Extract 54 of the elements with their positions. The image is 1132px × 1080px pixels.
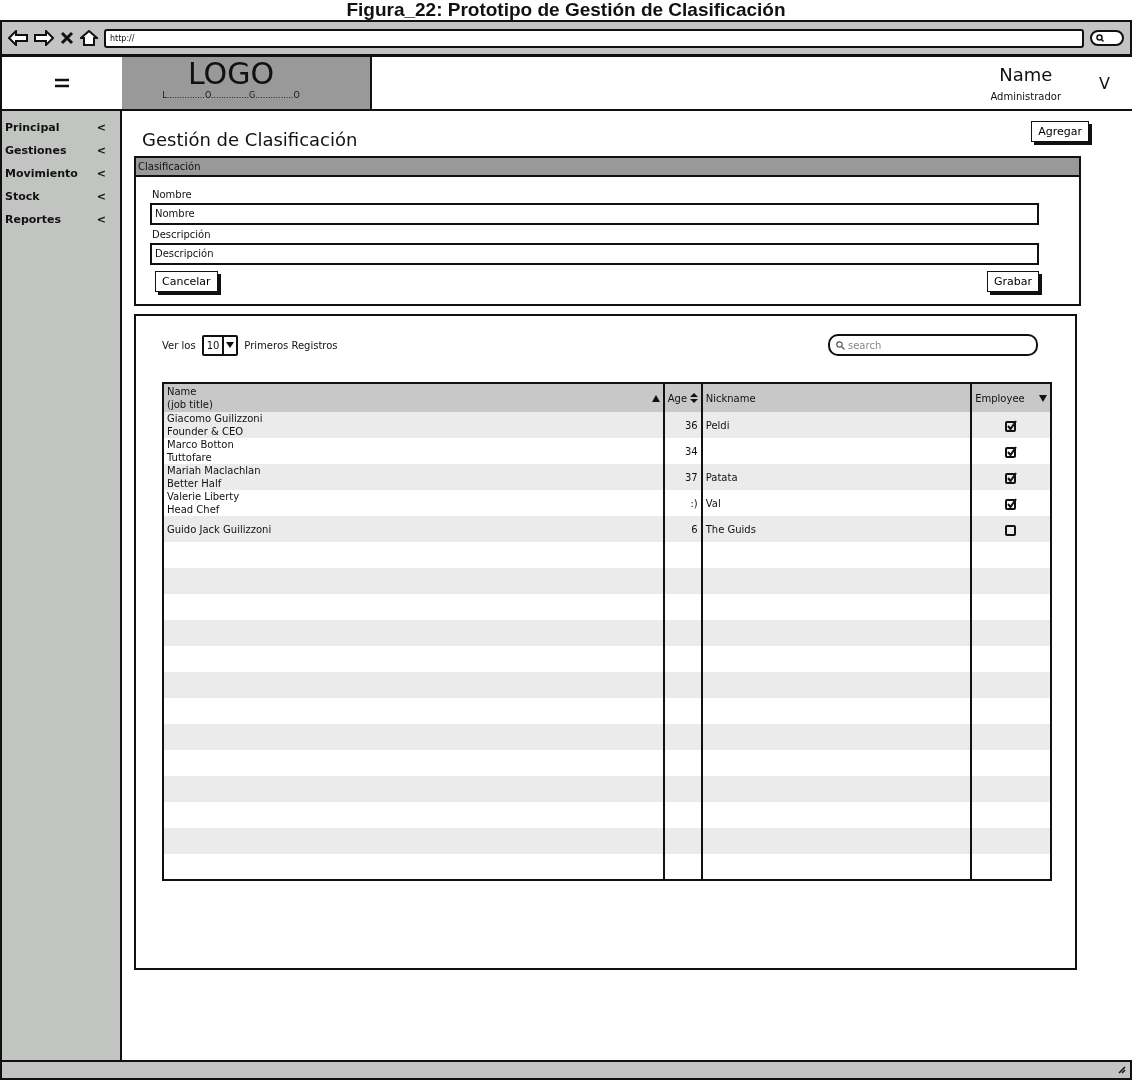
sort-down-icon[interactable] bbox=[1039, 394, 1047, 402]
save-button[interactable]: Grabar bbox=[986, 271, 1039, 292]
expand-toggle[interactable]: < bbox=[96, 167, 106, 180]
input-field[interactable]: Descripción bbox=[150, 243, 1039, 265]
resize-grip-icon[interactable] bbox=[1118, 1066, 1126, 1074]
sidebar-item[interactable]: Principal bbox=[5, 121, 60, 134]
back-icon[interactable] bbox=[8, 30, 28, 46]
url-field[interactable]: http:// bbox=[104, 28, 1084, 48]
forward-icon[interactable] bbox=[34, 30, 54, 46]
page-title: Gestión de Clasificación bbox=[142, 129, 358, 150]
checkbox[interactable] bbox=[1005, 419, 1018, 432]
figure-caption: Figura_22: Prototipo de Gestión de Clasificación bbox=[345, 0, 787, 20]
logo: LOGO bbox=[187, 57, 275, 91]
search-field[interactable]: search bbox=[828, 334, 1038, 356]
logo-tagline: L...............O...............G...............O bbox=[162, 91, 300, 100]
menu-icon[interactable] bbox=[54, 78, 70, 88]
sidebar-item[interactable]: Reportes bbox=[5, 213, 62, 226]
dropdown-arrow-icon bbox=[224, 341, 237, 349]
table-cell: Valerie Liberty Head Chef bbox=[163, 490, 664, 516]
sidebar-item[interactable]: Stock bbox=[5, 190, 40, 203]
sort-icon[interactable] bbox=[689, 393, 698, 403]
field-label: Descripción bbox=[152, 229, 212, 240]
expand-toggle[interactable]: < bbox=[96, 144, 106, 157]
panel-header: Clasificación bbox=[136, 158, 1079, 177]
field-label: Nombre bbox=[152, 189, 193, 200]
search-icon bbox=[1096, 34, 1104, 42]
home-icon[interactable] bbox=[80, 30, 98, 46]
user-role: Administrador bbox=[990, 91, 1062, 102]
browser-search-field[interactable] bbox=[1090, 30, 1124, 46]
column-header[interactable]: Nickname bbox=[701, 383, 972, 412]
column-header[interactable]: Name (job title) bbox=[163, 383, 664, 412]
checkbox[interactable] bbox=[1005, 471, 1018, 484]
sort-up-icon[interactable] bbox=[651, 394, 660, 402]
table-cell: Marco Botton Tuttofare bbox=[163, 438, 664, 464]
search-icon bbox=[836, 340, 845, 350]
checkbox[interactable] bbox=[1005, 445, 1018, 458]
add-button[interactable]: Agregar bbox=[1031, 121, 1089, 142]
sidebar-item[interactable]: Gestiones bbox=[5, 144, 67, 157]
page-size-dropdown[interactable]: 10 bbox=[201, 334, 239, 356]
sidebar-item[interactable]: Movimiento bbox=[5, 167, 78, 180]
expand-toggle[interactable]: < bbox=[96, 121, 106, 134]
checkbox[interactable] bbox=[1005, 523, 1018, 536]
page-size-label: Primeros Registros bbox=[244, 339, 338, 351]
user-name: Name bbox=[999, 64, 1053, 85]
column-header[interactable]: Employee bbox=[971, 383, 1051, 412]
input-field[interactable]: Nombre bbox=[150, 203, 1039, 225]
expand-toggle[interactable]: < bbox=[96, 213, 106, 226]
cancel-button[interactable]: Cancelar bbox=[155, 271, 218, 292]
column-header[interactable]: Age bbox=[663, 383, 702, 412]
close-icon[interactable] bbox=[60, 31, 74, 45]
user-menu-toggle[interactable]: V bbox=[1099, 73, 1110, 93]
page-size-label: Ver los bbox=[162, 339, 196, 351]
checkbox[interactable] bbox=[1005, 497, 1018, 510]
expand-toggle[interactable]: < bbox=[96, 190, 106, 203]
